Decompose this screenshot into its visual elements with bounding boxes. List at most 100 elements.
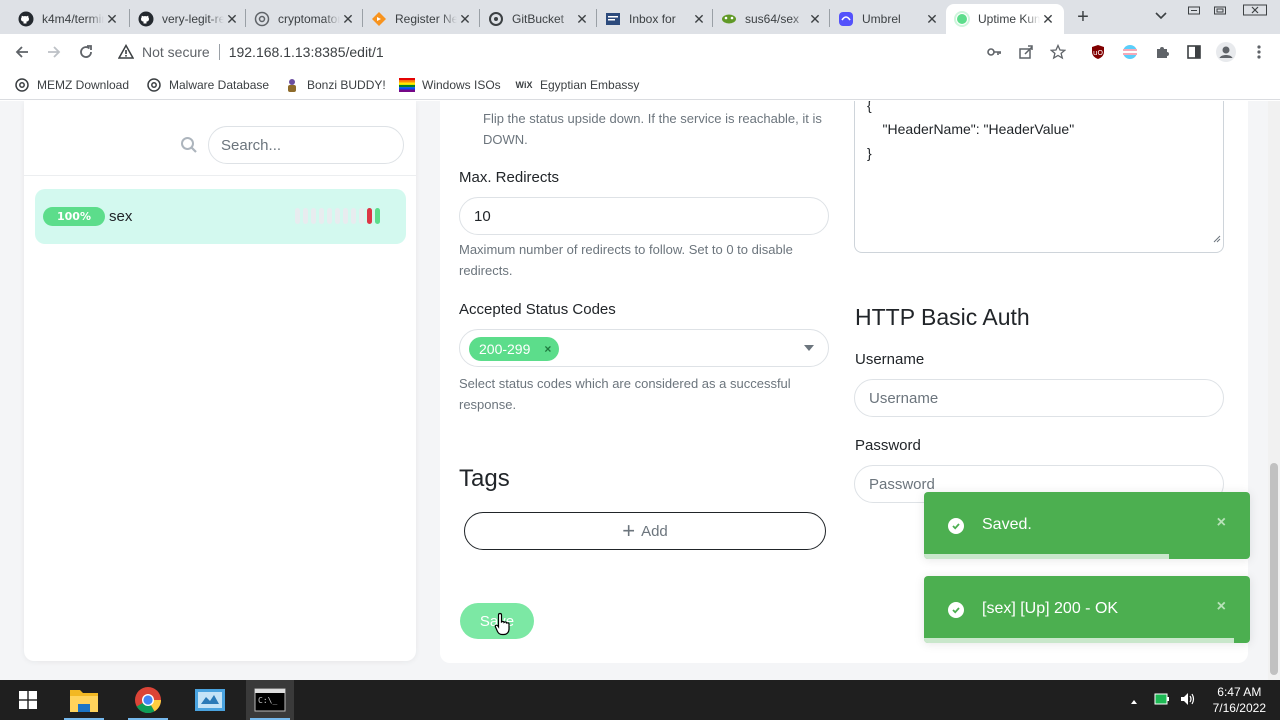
restore-icon[interactable] [1209,2,1231,18]
upside-down-help: Flip the status upside down. If the serv… [483,111,822,147]
password-label: Password [855,437,921,454]
tab-gogs[interactable]: sus64/sex ✕ [713,4,831,34]
tab-github-very-legit[interactable]: very-legit-repo ✕ [130,4,248,34]
star-icon[interactable] [1049,43,1067,61]
warning-icon[interactable] [118,44,134,60]
reload-icon[interactable] [76,42,96,62]
resize-handle-icon[interactable] [1213,226,1221,250]
url-text[interactable]: 192.168.1.13:8385/edit/1 [229,44,384,60]
bookmark-windows-isos[interactable]: Windows ISOs [399,76,501,94]
close-icon[interactable]: ✕ [457,11,473,27]
start-button[interactable] [4,680,52,720]
plus-icon: + [622,518,636,543]
pride-extension-icon[interactable] [1121,43,1139,61]
headers-textarea[interactable]: { "HeaderName": "HeaderValue" } [854,101,1224,253]
monitor-list-item[interactable]: 100% sex [35,189,406,244]
bookmark-bonzi[interactable]: Bonzi BUDDY! [284,76,386,94]
back-arrow-icon[interactable] [12,42,32,62]
github-icon [18,11,34,27]
tab-umbrel[interactable]: Umbrel ✕ [830,4,948,34]
battery-icon[interactable] [1154,693,1170,708]
clock-time: 6:47 AM [1217,685,1262,699]
hand-cursor-icon [494,612,512,639]
side-panel-icon[interactable] [1185,43,1203,61]
new-tab-button[interactable]: + [1072,6,1094,28]
tab-register[interactable]: Register New Account ✕ [363,4,481,34]
bookmark-egyptian-embassy[interactable]: WiX Egyptian Embassy [515,76,640,94]
tab-inbox[interactable]: Inbox for ✕ [597,4,715,34]
tags-heading: Tags [459,465,510,492]
close-icon[interactable]: ✕ [691,11,707,27]
globe-icon [14,77,30,93]
heartbeat-empty [335,208,340,224]
windows-taskbar: C:\_ 6:47 AM 7/16/2022 [0,680,1280,720]
ublock-icon[interactable]: uO [1089,43,1107,61]
add-tag-button[interactable]: + Add [464,512,826,550]
tab-uptime-kuma[interactable]: Uptime Kuma ✕ [946,4,1064,34]
chip-remove-icon[interactable]: × [544,342,551,356]
file-explorer-icon[interactable] [60,680,108,720]
toast-progress-bar [924,638,1234,643]
monitor-list-panel: 100% sex [24,101,416,661]
bookmark-memz[interactable]: MEMZ Download [14,76,129,94]
chevron-down-icon[interactable] [1150,8,1172,24]
toast-message: [sex] [Up] 200 - OK [982,600,1119,617]
search-input[interactable] [208,126,404,164]
close-icon[interactable]: × [1217,598,1226,616]
volume-icon[interactable] [1180,692,1196,709]
address-bar[interactable]: Not secure 192.168.1.13:8385/edit/1 [108,37,1080,67]
svg-text:uO: uO [1093,49,1103,57]
windows-flag-icon [399,77,415,93]
max-redirects-help: Maximum number of redirects to follow. S… [459,242,793,278]
max-redirects-input[interactable] [459,197,829,235]
monitor-name: sex [109,208,133,225]
browser-toolbar: Not secure 192.168.1.13:8385/edit/1 uO [0,34,1280,70]
accepted-status-codes-select[interactable]: 200-299 × [459,329,829,367]
tab-title: Inbox for [629,12,676,26]
tray-overflow-icon[interactable] [1130,693,1138,708]
tab-gitbucket[interactable]: GitBucket ✕ [480,4,598,34]
close-icon[interactable]: × [1217,514,1226,532]
puzzle-icon[interactable] [1153,43,1171,61]
close-icon[interactable]: ✕ [340,11,356,27]
scrollbar-thumb[interactable] [1270,463,1278,675]
profile-avatar[interactable] [1215,41,1237,63]
status-code-chip[interactable]: 200-299 × [469,337,560,361]
caret-down-icon[interactable] [804,345,814,351]
heartbeat-empty [311,208,316,224]
close-icon[interactable]: ✕ [104,11,120,27]
close-icon[interactable]: ✕ [1040,11,1056,27]
tab-title: GitBucket [512,12,565,26]
tab-github-terminals[interactable]: k4m4/terminals-are-sexy ✕ [10,4,128,34]
control-panel-icon[interactable] [186,680,234,720]
bookmark-malware-db[interactable]: Malware Database [146,76,269,94]
close-icon[interactable]: ✕ [924,11,940,27]
kebab-menu-icon[interactable] [1250,43,1268,61]
tab-title: very-legit-repo [162,12,224,26]
key-icon[interactable] [985,43,1003,61]
close-icon[interactable]: ✕ [807,11,823,27]
toast-message: Saved. [982,516,1032,533]
heartbeat-empty [327,208,332,224]
chrome-icon[interactable] [124,680,172,720]
chip-label: 200-299 [479,341,531,357]
security-label[interactable]: Not secure [142,44,210,60]
tab-cryptomator[interactable]: cryptomator ✕ [246,4,364,34]
toast-progress-bar [924,554,1169,559]
share-icon[interactable] [1017,43,1035,61]
bookmark-label: Bonzi BUDDY! [307,78,386,92]
minimize-icon[interactable] [1183,2,1205,18]
system-clock[interactable]: 6:47 AM 7/16/2022 [1213,684,1266,716]
gitea-icon [371,11,387,27]
close-icon[interactable]: ✕ [224,11,240,27]
cmd-icon[interactable]: C:\_ [246,680,294,720]
heartbeat-empty [295,208,300,224]
close-window-icon[interactable] [1240,2,1270,18]
close-icon[interactable]: ✕ [574,11,590,27]
forward-arrow-icon[interactable] [44,42,64,62]
page-scrollbar[interactable] [1268,101,1280,680]
toast-monitor-up[interactable]: [sex] [Up] 200 - OK × [924,576,1250,643]
gogs-icon [721,11,737,27]
username-input[interactable] [854,379,1224,417]
toast-saved[interactable]: Saved. × [924,492,1250,559]
